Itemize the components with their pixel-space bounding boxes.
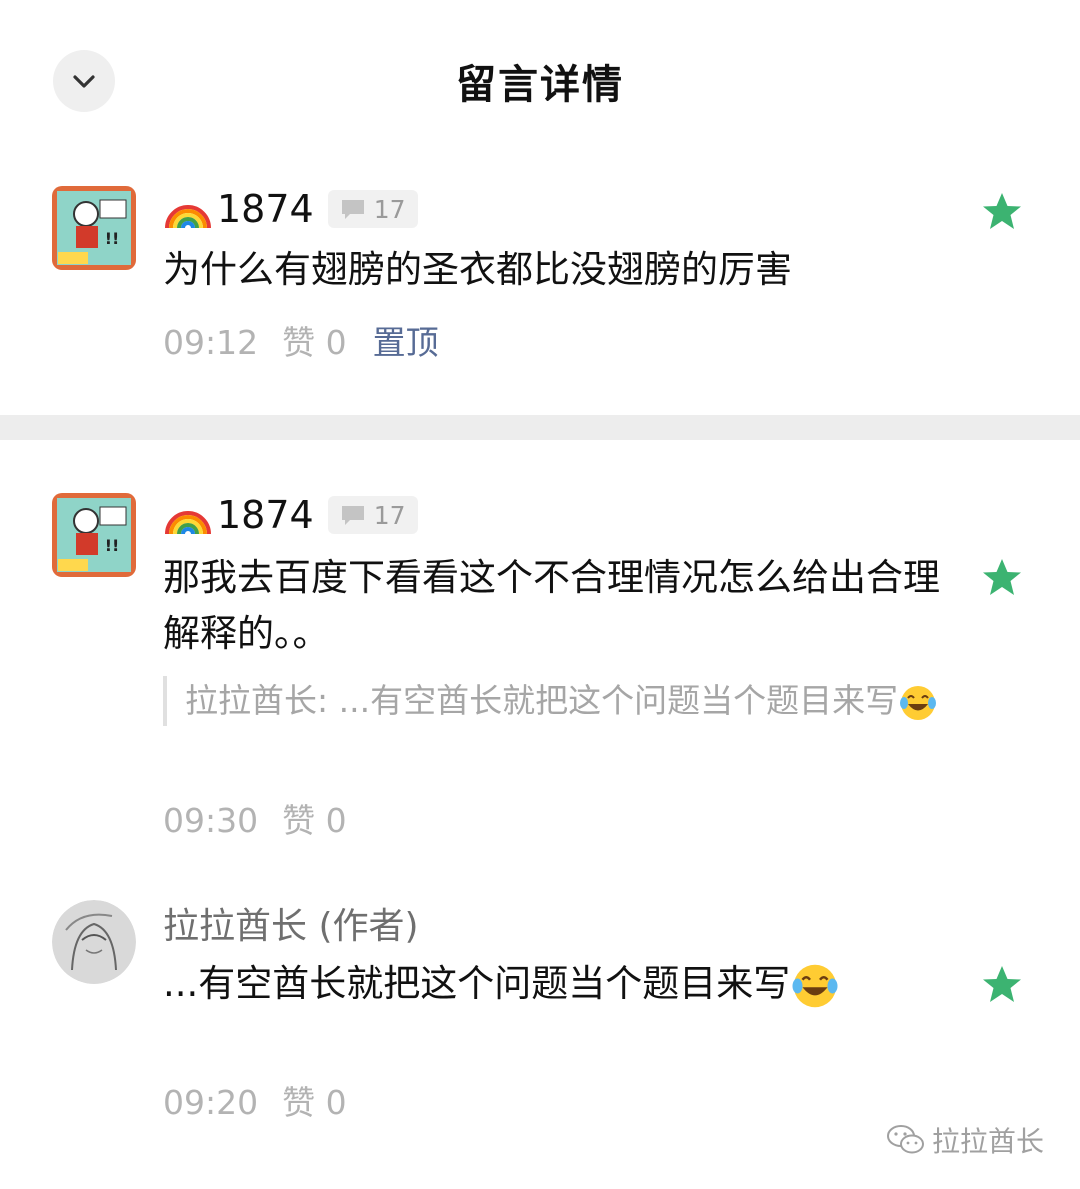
watermark: 拉拉酋长 — [886, 1120, 1044, 1160]
comment-text: 为什么有翅膀的圣衣都比没翅膀的厉害 — [163, 248, 792, 291]
comment-time: 09:20 — [163, 1083, 259, 1122]
comment-bubble-icon — [341, 506, 364, 525]
comment-time: 09:30 — [163, 801, 259, 840]
rainbow-icon — [165, 205, 211, 229]
star-icon[interactable] — [980, 963, 1024, 1007]
comment-time: 09:12 — [163, 323, 259, 362]
watermark-label: 拉拉酋长 — [931, 1125, 1044, 1158]
comment-bubble-icon — [341, 200, 364, 219]
star-icon[interactable] — [980, 190, 1024, 234]
comment-user-row: 1874 17 — [163, 184, 418, 234]
like-count[interactable]: 赞 0 — [282, 316, 347, 364]
star-icon[interactable] — [980, 556, 1024, 600]
like-count[interactable]: 赞 0 — [282, 1076, 347, 1124]
author-name[interactable]: 拉拉酋长 (作者) — [163, 897, 419, 949]
comment-count-badge: 17 — [327, 496, 418, 534]
svg-text:!!: !! — [105, 229, 120, 248]
comment-meta: 09:30 赞 0 — [163, 794, 347, 842]
comment-user-row: 拉拉酋长 (作者) — [163, 898, 419, 948]
quote-text: 拉拉酋长: ...有空酋长就把这个问题当个题目来写 — [185, 681, 899, 720]
svg-text:!!: !! — [105, 536, 120, 555]
quoted-reply: 拉拉酋长: ...有空酋长就把这个问题当个题目来写 — [163, 676, 955, 726]
comment-text: 那我去百度下看看这个不合理情况怎么给出合理解释的。。 — [163, 556, 940, 655]
comment-text: ...有空酋长就把这个问题当个题目来写 — [163, 956, 963, 1012]
wechat-icon — [886, 1125, 924, 1154]
avatar[interactable]: !! — [52, 493, 136, 577]
comment-user-row: 1874 17 — [163, 490, 418, 540]
like-count[interactable]: 赞 0 — [282, 794, 347, 842]
comment-meta: 09:20 赞 0 — [163, 1076, 347, 1124]
user-name[interactable]: 1874 — [217, 187, 314, 231]
top-bar: 留言详情 — [0, 0, 1080, 160]
rainbow-icon — [165, 511, 211, 535]
comment-meta: 09:12 赞 0 置顶 — [163, 316, 439, 364]
section-divider — [0, 415, 1080, 440]
tears-of-joy-emoji-icon — [792, 964, 838, 1007]
page-title: 留言详情 — [456, 62, 624, 108]
comment-count-badge: 17 — [327, 190, 418, 228]
tears-of-joy-emoji-icon — [900, 685, 937, 720]
pin-button[interactable]: 置顶 — [373, 316, 439, 364]
user-name[interactable]: 1874 — [217, 493, 314, 537]
author-avatar[interactable] — [52, 900, 136, 984]
avatar[interactable]: !! — [52, 186, 136, 270]
